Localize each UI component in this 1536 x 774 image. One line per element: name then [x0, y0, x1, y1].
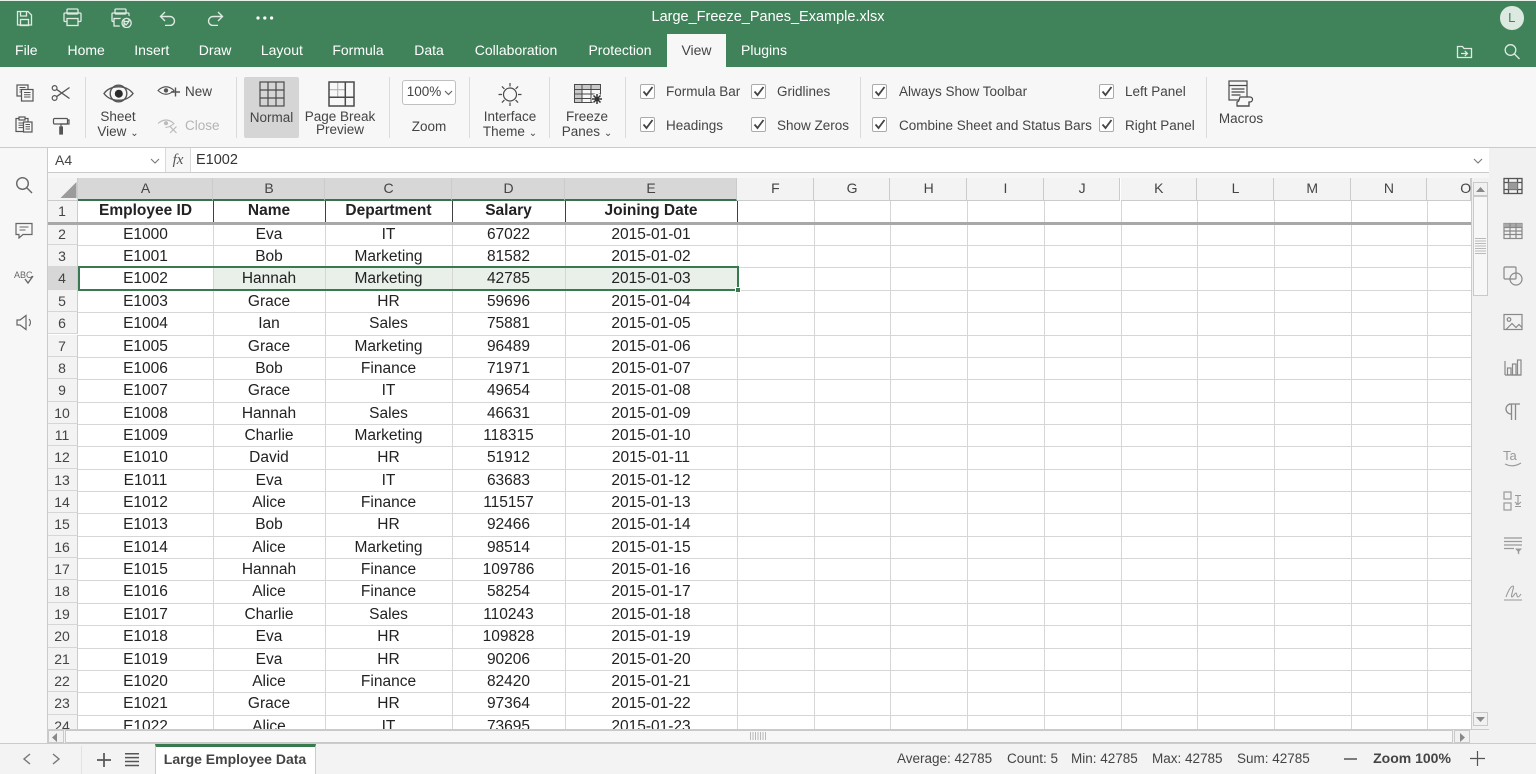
svg-text:ABC: ABC — [14, 270, 33, 280]
svg-text:Ta: Ta — [1503, 448, 1518, 463]
